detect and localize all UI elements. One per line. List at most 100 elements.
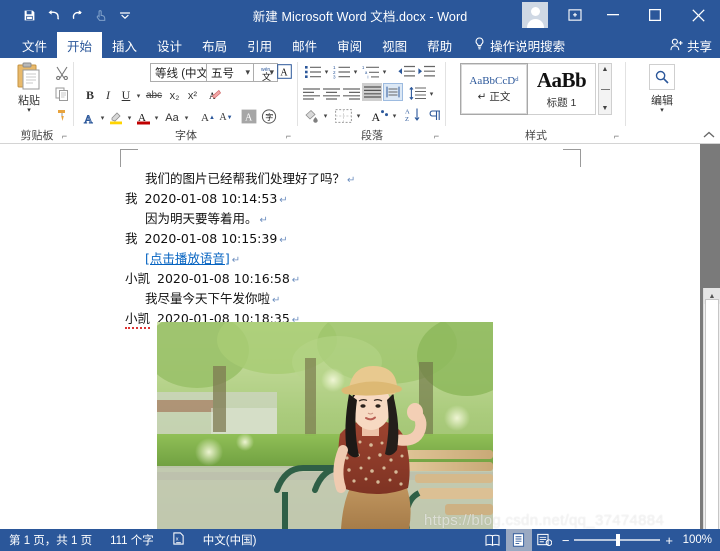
italic-button[interactable]: I [100, 86, 116, 105]
minimize-button[interactable] [592, 0, 634, 30]
numbering-button[interactable]: 123 [332, 62, 351, 81]
enclose-characters-button[interactable]: 字 [260, 107, 278, 126]
align-left-button[interactable] [302, 84, 321, 103]
bullets-button[interactable] [304, 62, 322, 81]
tab-mailings[interactable]: 邮件 [282, 32, 327, 58]
sort-button[interactable]: AZ [404, 105, 423, 124]
decrease-indent-button[interactable] [396, 62, 415, 81]
change-case-button[interactable]: Aa [162, 108, 182, 127]
format-painter-button[interactable] [52, 105, 72, 125]
distribute-button[interactable] [383, 83, 403, 101]
shrink-font-button[interactable]: A▼ [218, 108, 234, 127]
chevron-down-icon[interactable]: ▾ [660, 108, 664, 114]
line-spacing-chevron-down-icon[interactable]: ▾ [427, 84, 436, 103]
shading-chevron-down-icon[interactable]: ▾ [321, 106, 330, 125]
collapse-ribbon-button[interactable] [703, 131, 715, 142]
tab-insert[interactable]: 插入 [102, 32, 147, 58]
justify-button[interactable] [362, 83, 382, 101]
character-border-button[interactable]: A [276, 62, 293, 81]
multilevel-list-button[interactable]: 1ai [361, 62, 380, 81]
paragraph-dialog-launcher[interactable]: ⌐ [431, 131, 442, 142]
clipboard-dialog-launcher[interactable]: ⌐ [59, 131, 70, 142]
page-indicator[interactable]: 第 1 页，共 1 页 [0, 532, 101, 548]
character-shading-button[interactable]: A [240, 107, 258, 126]
read-mode-icon[interactable] [480, 529, 506, 551]
style-item-normal[interactable]: AaBbCcDᵈ ↵ 正文 [460, 63, 528, 115]
increase-indent-button[interactable] [416, 62, 435, 81]
paragraph-mark-button[interactable] [428, 106, 444, 125]
align-right-button[interactable] [342, 84, 361, 103]
styles-dialog-launcher[interactable]: ⌐ [611, 131, 622, 142]
tab-design[interactable]: 设计 [147, 32, 192, 58]
subscript-button[interactable]: x₂ [166, 86, 183, 105]
maximize-button[interactable] [634, 0, 676, 30]
web-layout-icon[interactable] [532, 529, 558, 551]
play-voice-link[interactable]: [点击播放语音] [145, 251, 230, 266]
tab-view[interactable]: 视图 [372, 32, 417, 58]
tell-me-search[interactable]: 操作说明搜索 [462, 32, 571, 58]
svg-text:i: i [367, 74, 368, 78]
styles-gallery-scroll[interactable]: ▲ ▼ [598, 63, 612, 115]
document-page[interactable]: 我们的图片已经帮我们处理好了吗？↵ 我2020-01-08 10:14:53↵ … [0, 144, 700, 529]
font-dialog-launcher[interactable]: ⌐ [283, 131, 294, 142]
highlight-color-button[interactable] [108, 108, 125, 127]
tab-references[interactable]: 引用 [237, 32, 282, 58]
line-spacing-button[interactable] [408, 84, 427, 103]
superscript-button[interactable]: x² [184, 86, 201, 105]
tab-help[interactable]: 帮助 [417, 32, 462, 58]
tab-review[interactable]: 审阅 [327, 32, 372, 58]
zoom-in-button[interactable]: + [665, 533, 673, 548]
underline-chevron-down-icon[interactable]: ▾ [134, 86, 143, 105]
chevron-down-icon[interactable]: ▼ [602, 105, 609, 112]
zoom-out-button[interactable]: − [562, 533, 570, 548]
chevron-down-icon[interactable]: ▾ [27, 108, 31, 114]
user-avatar[interactable] [522, 2, 548, 28]
tab-layout[interactable]: 布局 [192, 32, 237, 58]
show-marks-chevron-down-icon[interactable]: ▾ [390, 106, 399, 125]
paste-button[interactable]: 粘贴 ▾ [8, 61, 50, 114]
style-item-heading1[interactable]: AaBb 标题 1 [528, 63, 596, 115]
grow-font-button[interactable]: A▲ [200, 108, 216, 127]
editing-button[interactable]: 编辑 ▾ [642, 64, 682, 114]
scrollbar-thumb[interactable] [705, 299, 719, 531]
document-image[interactable] [157, 322, 493, 529]
align-center-button[interactable] [322, 84, 341, 103]
strikethrough-button[interactable]: abc [144, 86, 164, 105]
chevron-down-icon[interactable]: ▾ [245, 67, 250, 78]
font-color-button[interactable]: A [135, 108, 152, 127]
ribbon-display-options-icon[interactable] [558, 0, 592, 30]
multilevel-chevron-down-icon[interactable]: ▾ [380, 62, 389, 81]
shading-button[interactable] [302, 106, 321, 125]
phonetic-guide-button[interactable]: wén文 [258, 63, 275, 82]
zoom-slider-track[interactable] [574, 539, 660, 541]
numbering-chevron-down-icon[interactable]: ▾ [351, 62, 360, 81]
print-layout-icon[interactable] [506, 529, 532, 551]
chevron-up-icon[interactable]: ▲ [602, 66, 609, 73]
font-color-chevron-down-icon[interactable]: ▾ [152, 108, 161, 127]
clear-formatting-button[interactable]: A [208, 86, 226, 105]
font-size-combobox[interactable]: 五号 ▾ [206, 63, 254, 82]
share-button[interactable]: 共享 [670, 36, 712, 55]
copy-button[interactable] [52, 84, 72, 104]
tab-home[interactable]: 开始 [57, 32, 102, 58]
bullets-chevron-down-icon[interactable]: ▾ [322, 62, 331, 81]
show-formatting-marks-button[interactable]: A [370, 106, 390, 125]
zoom-slider-thumb[interactable] [616, 534, 620, 546]
proofing-status[interactable]: x [163, 532, 194, 548]
underline-button[interactable]: U [118, 86, 134, 105]
highlight-chevron-down-icon[interactable]: ▾ [125, 108, 134, 127]
tab-file[interactable]: 文件 [12, 32, 57, 58]
word-count[interactable]: 111 个字 [101, 532, 163, 548]
zoom-control[interactable]: − + 100% [558, 533, 720, 548]
text-effects-chevron-down-icon[interactable]: ▾ [98, 108, 107, 127]
bold-button[interactable]: B [82, 86, 98, 105]
close-button[interactable] [676, 0, 720, 30]
borders-button[interactable] [334, 106, 353, 125]
change-case-chevron-down-icon[interactable]: ▾ [182, 108, 191, 127]
vertical-scrollbar[interactable]: ▲ ▼ [703, 288, 720, 551]
borders-chevron-down-icon[interactable]: ▾ [354, 106, 363, 125]
text-effects-button[interactable]: A [82, 108, 98, 127]
language-indicator[interactable]: 中文(中国) [194, 532, 266, 548]
cut-button[interactable] [52, 63, 72, 83]
style-name: ↵ 正文 [478, 89, 511, 104]
